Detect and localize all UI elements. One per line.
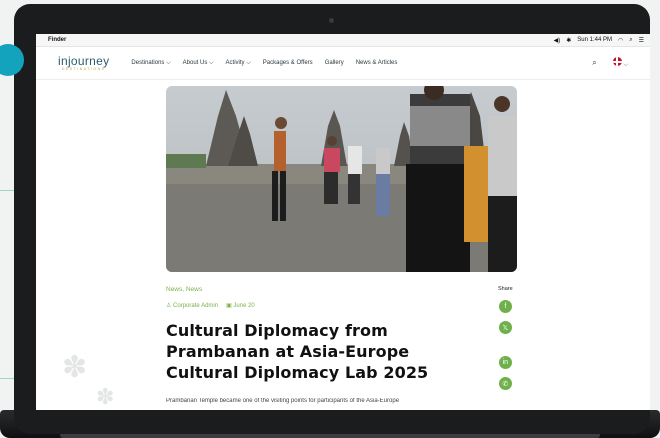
whatsapp-icon[interactable]: ✆	[498, 377, 512, 390]
laptop-screen: Finder ◀) ✱ Sun 1:44 PM ◠ ⌕ ☰ injourney …	[36, 34, 650, 410]
share-label: Share	[498, 286, 513, 292]
article-excerpt: Prambanan Temple became one of the visit…	[166, 398, 400, 404]
author-meta: ♙ Corporate Admin	[166, 302, 218, 309]
control-center-icon[interactable]: ☰	[639, 37, 644, 44]
volume-icon[interactable]: ◀)	[554, 37, 561, 44]
x-twitter-icon[interactable]: 𝕏	[498, 321, 512, 334]
article-category[interactable]: News, News	[166, 286, 202, 293]
decorative-flower-icon: ✽	[62, 351, 88, 384]
menubar-app-name[interactable]: Finder	[48, 37, 66, 43]
header-actions: ⌕ ⌵	[592, 57, 628, 69]
linkedin-icon[interactable]: in	[498, 356, 512, 369]
mac-menubar: Finder ◀) ✱ Sun 1:44 PM ◠ ⌕ ☰	[36, 34, 650, 47]
menubar-clock[interactable]: Sun 1:44 PM	[577, 37, 612, 43]
camera-icon	[329, 18, 334, 23]
nav-item-about-us[interactable]: About Us ⌵	[183, 60, 214, 67]
article-hero-image	[166, 86, 517, 272]
brand-name: injourney	[58, 54, 110, 68]
chevron-down-icon: ⌵	[621, 62, 628, 68]
language-selector[interactable]: ⌵	[612, 57, 628, 69]
decorative-flower-icon: ✽	[96, 384, 115, 409]
facebook-icon[interactable]: f	[498, 300, 512, 313]
share-panel: Share f 𝕏 in ✆	[498, 286, 513, 390]
bluetooth-icon[interactable]: ✱	[566, 37, 571, 44]
spotlight-icon[interactable]: ⌕	[629, 37, 632, 44]
nav-item-news-articles[interactable]: News & Articles	[356, 60, 398, 67]
user-icon: ♙	[166, 303, 174, 309]
nav-item-activity[interactable]: Activity ⌵	[226, 60, 251, 67]
uk-flag-icon	[612, 57, 622, 66]
nav-item-gallery[interactable]: Gallery	[325, 60, 344, 67]
article-title: Cultural Diplomacy from Prambanan at Asi…	[166, 321, 429, 382]
site-header: injourney DESTINATIONS Destinations ⌵ Ab…	[36, 47, 650, 80]
search-icon[interactable]: ⌕	[592, 58, 596, 68]
nav-item-packages-offers[interactable]: Packages & Offers	[263, 60, 313, 67]
nav-item-destinations[interactable]: Destinations ⌵	[131, 60, 170, 67]
article-author[interactable]: Corporate Admin	[173, 303, 218, 309]
brand-tagline: DESTINATIONS	[61, 67, 106, 71]
article-date: June 20	[233, 303, 255, 309]
main-nav: Destinations ⌵ About Us ⌵ Activity ⌵ Pac…	[131, 60, 397, 67]
date-meta: ▣ June 20	[226, 302, 255, 309]
wifi-icon[interactable]: ◠	[618, 37, 623, 44]
brand-logo[interactable]: injourney DESTINATIONS	[58, 55, 109, 71]
laptop-frame: Finder ◀) ✱ Sun 1:44 PM ◠ ⌕ ☰ injourney …	[14, 4, 650, 434]
article-meta: ♙ Corporate Admin ▣ June 20	[166, 302, 255, 309]
